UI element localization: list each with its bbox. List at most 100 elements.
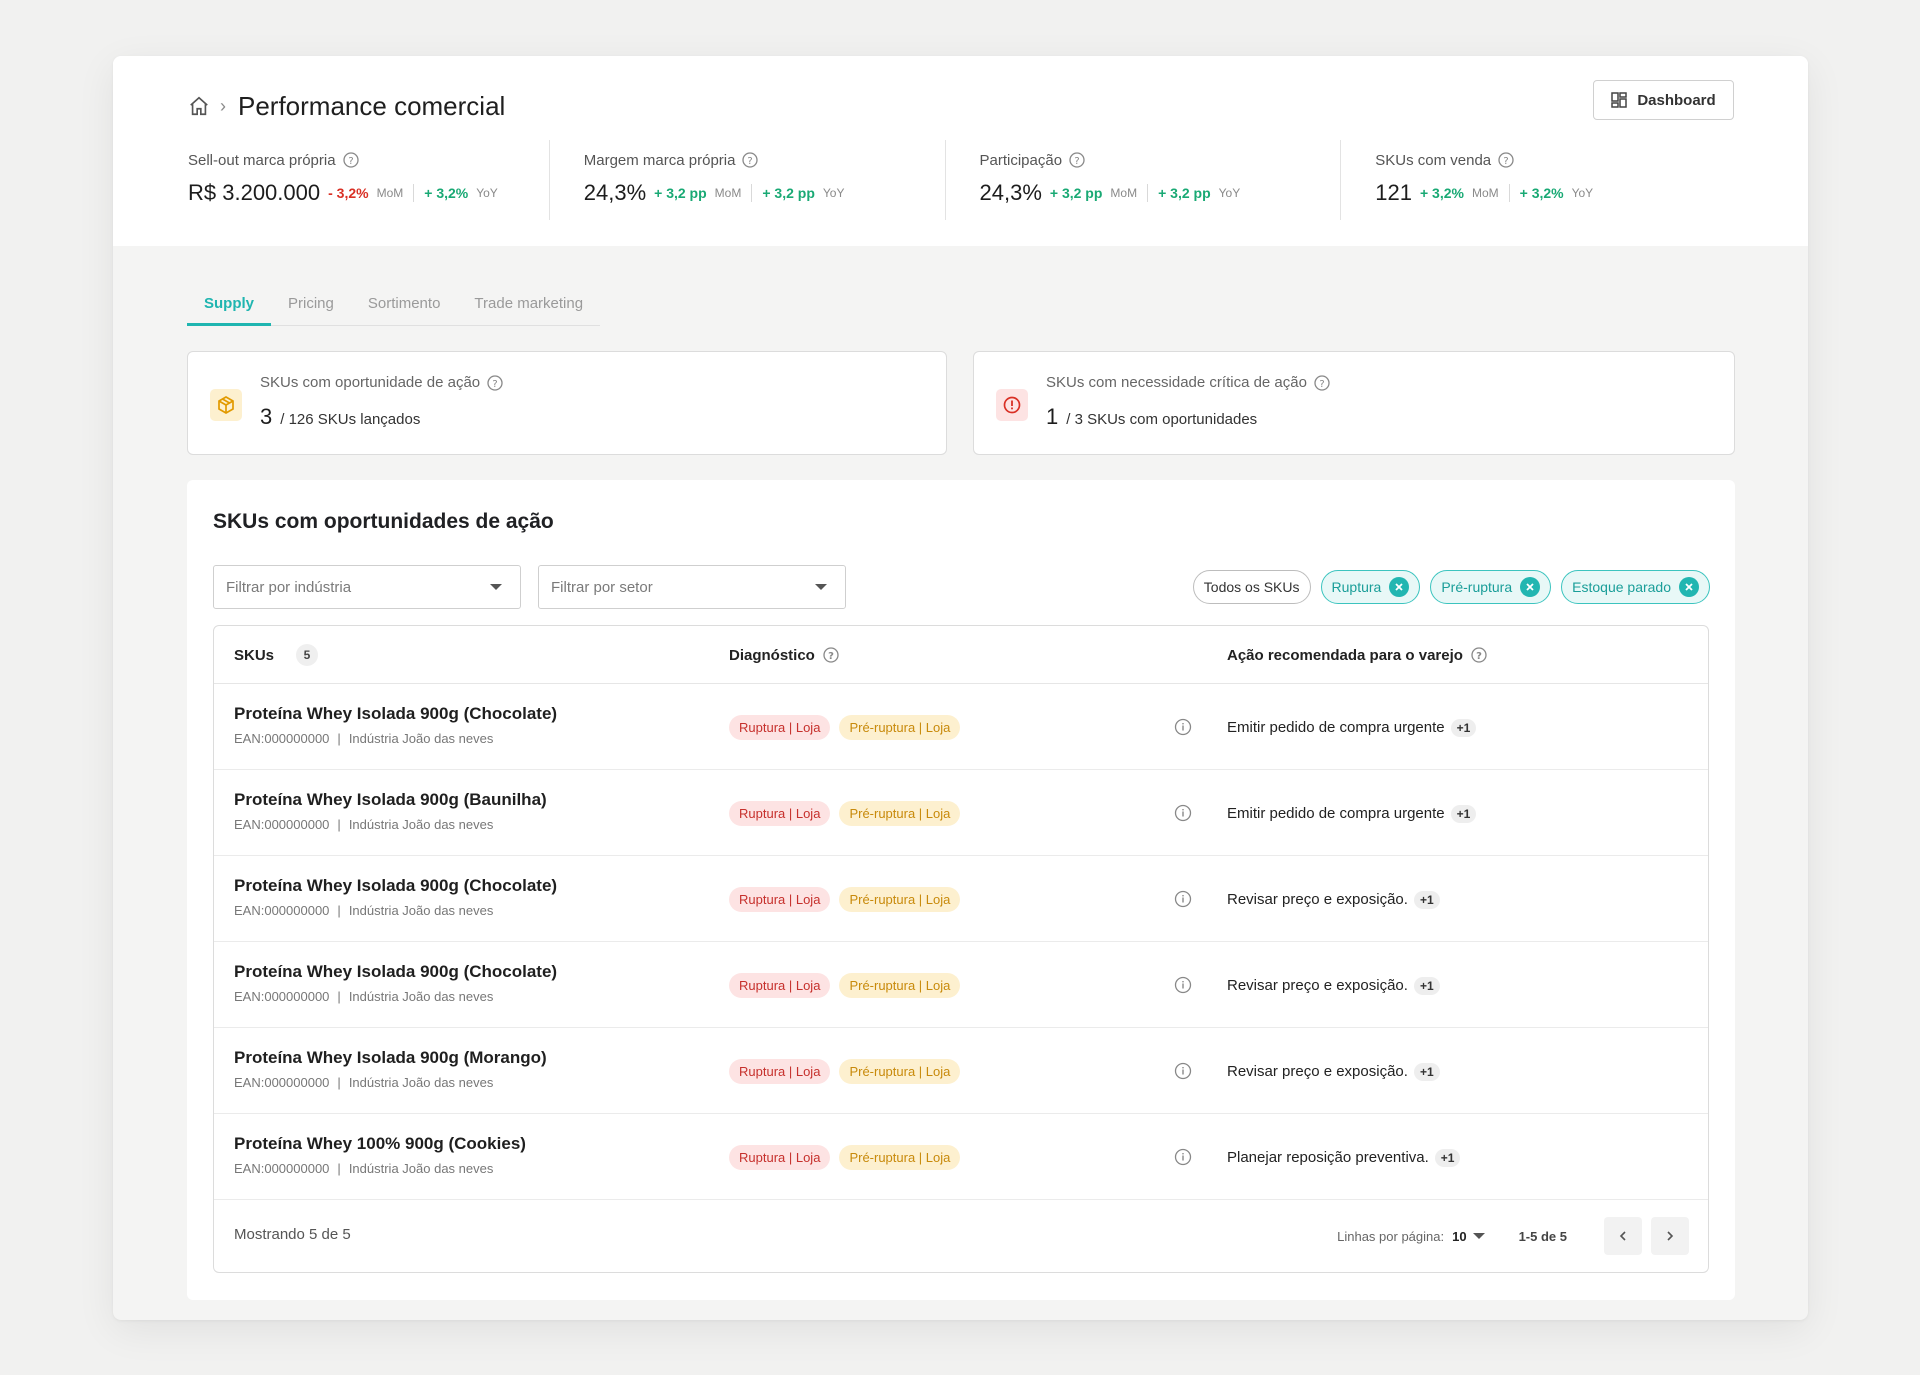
table-row[interactable]: Proteína Whey Isolada 900g (Morango) EAN:…	[214, 1028, 1708, 1114]
chip-label: Ruptura	[1331, 579, 1382, 595]
meta-separator: |	[337, 731, 341, 746]
kpi-mom-unit: MoM	[1110, 186, 1138, 200]
close-icon[interactable]	[1679, 577, 1699, 597]
breadcrumb-separator: ›	[220, 95, 226, 116]
help-icon[interactable]: ?	[742, 152, 759, 168]
chevron-down-icon[interactable]	[1472, 1233, 1485, 1239]
sku-industry: Indústria João das neves	[348, 989, 494, 1004]
home-icon[interactable]	[188, 95, 210, 117]
skus-count-badge: 5	[296, 644, 319, 666]
chip-ruptura[interactable]: Ruptura	[1320, 570, 1421, 604]
more-actions-badge[interactable]: +1	[1450, 804, 1477, 823]
help-icon[interactable]: ?	[1069, 152, 1085, 168]
svg-text:?: ?	[1319, 379, 1324, 390]
card-value: 1	[1046, 404, 1059, 429]
info-icon[interactable]	[1174, 718, 1192, 736]
help-icon[interactable]: ?	[487, 374, 503, 391]
chip-pre-ruptura[interactable]: Pré-ruptura	[1430, 570, 1552, 604]
recommended-action: Planejar reposição preventiva.	[1227, 1149, 1429, 1166]
kpi-yoy: + 3,2%	[1519, 185, 1564, 201]
kpi-mom-unit: MoM	[714, 186, 742, 200]
recommended-action: Emitir pedido de compra urgente	[1227, 719, 1445, 736]
kpi-label: Margem marca própria	[583, 151, 736, 169]
kpi-yoy-unit: YoY	[476, 186, 498, 200]
tab-pricing[interactable]: Pricing	[271, 288, 351, 326]
table-row[interactable]: Proteína Whey Isolada 900g (Chocolate) EA…	[214, 684, 1708, 770]
svg-text:?: ?	[828, 651, 834, 662]
chip-label: Pré-ruptura	[1441, 579, 1513, 595]
card-title: SKUs com oportunidade de ação	[260, 374, 481, 391]
box-icon	[210, 389, 242, 421]
help-icon[interactable]: ?	[1314, 374, 1330, 391]
sku-table: SKUs 5 Diagnóstico? Ação recomendada para…	[213, 625, 1709, 1273]
kpi-mom: + 3,2 pp	[1049, 185, 1103, 201]
tab-sortimento[interactable]: Sortimento	[351, 288, 458, 326]
sku-industry: Indústria João das neves	[348, 817, 494, 832]
tag-pre-ruptura: Pré-ruptura | Loja	[839, 887, 961, 912]
more-actions-badge[interactable]: +1	[1413, 976, 1440, 995]
page-range: 1-5 de 5	[1518, 1228, 1567, 1244]
chip-estoque-parado[interactable]: Estoque parado	[1561, 570, 1710, 604]
tab-supply[interactable]: Supply	[187, 288, 272, 326]
filter-industry-placeholder: Filtrar por indústria	[226, 578, 352, 596]
svg-text:?: ?	[1074, 156, 1079, 167]
prev-page-button[interactable]	[1604, 1217, 1642, 1255]
info-icon[interactable]	[1174, 1148, 1192, 1166]
kpi-yoy-unit: YoY	[1218, 186, 1241, 200]
close-icon[interactable]	[1520, 577, 1541, 597]
info-icon[interactable]	[1174, 804, 1192, 822]
chip-label: Estoque parado	[1572, 579, 1671, 595]
svg-text:?: ?	[1476, 651, 1482, 662]
app-window: › Performance comercial Dashboard Sell-o…	[113, 56, 1808, 1320]
more-actions-badge[interactable]: +1	[1413, 890, 1440, 909]
kpi-yoy-unit: YoY	[822, 186, 845, 200]
svg-text:?: ?	[348, 156, 353, 167]
card-opportunity: SKUs com oportunidade de ação? 3 / 126 SK…	[187, 351, 947, 455]
help-icon[interactable]: ?	[1498, 152, 1514, 168]
table-row[interactable]: Proteína Whey 100% 900g (Cookies) EAN:000…	[214, 1114, 1708, 1200]
alert-icon	[996, 389, 1028, 421]
kpi-mom: - 3,2%	[328, 185, 369, 201]
svg-text:?: ?	[1503, 156, 1508, 167]
help-icon[interactable]: ?	[342, 152, 359, 168]
filter-sector-select[interactable]: Filtrar por setor	[538, 565, 846, 609]
close-icon[interactable]	[1389, 577, 1410, 597]
more-actions-badge[interactable]: +1	[1413, 1062, 1440, 1081]
sku-industry: Indústria João das neves	[348, 903, 494, 918]
table-row[interactable]: Proteína Whey Isolada 900g (Chocolate) EA…	[214, 856, 1708, 942]
help-icon[interactable]: ?	[823, 647, 839, 663]
recommended-action: Emitir pedido de compra urgente	[1227, 805, 1445, 822]
table-row[interactable]: Proteína Whey Isolada 900g (Chocolate) EA…	[214, 942, 1708, 1028]
kpi-participacao: Participação? 24,3% + 3,2 pp MoM + 3,2 pp…	[944, 140, 1341, 220]
filter-sector-placeholder: Filtrar por setor	[551, 578, 653, 596]
sku-name: Proteína Whey 100% 900g (Cookies)	[234, 1134, 526, 1153]
sku-name: Proteína Whey Isolada 900g (Baunilha)	[234, 790, 547, 809]
info-icon[interactable]	[1174, 1062, 1192, 1080]
info-icon[interactable]	[1174, 890, 1192, 908]
card-value: 3	[260, 404, 273, 429]
tag-pre-ruptura: Pré-ruptura | Loja	[839, 715, 961, 740]
kpi-mom: + 3,2%	[1419, 185, 1464, 201]
chip-all-skus[interactable]: Todos os SKUs	[1192, 570, 1311, 604]
info-icon[interactable]	[1174, 976, 1192, 994]
tab-trade-marketing[interactable]: Trade marketing	[457, 288, 600, 326]
kpi-yoy: + 3,2 pp	[1158, 185, 1211, 201]
next-page-button[interactable]	[1651, 1217, 1689, 1255]
more-actions-badge[interactable]: +1	[1434, 1148, 1461, 1167]
sku-ean: EAN:000000000	[234, 1075, 330, 1090]
divider	[413, 184, 415, 202]
tag-ruptura: Ruptura | Loja	[729, 715, 831, 740]
help-icon[interactable]: ?	[1471, 647, 1487, 663]
dashboard-grid-icon	[1611, 92, 1628, 108]
kpi-label: Sell-out marca própria	[188, 151, 336, 169]
meta-separator: |	[337, 1161, 341, 1176]
chevron-right-icon	[1667, 1231, 1674, 1241]
more-actions-badge[interactable]: +1	[1450, 718, 1477, 737]
kpi-sellout: Sell-out marca própria? R$ 3.200.000 - 3…	[188, 140, 549, 220]
dashboard-button[interactable]: Dashboard	[1593, 80, 1734, 120]
kpi-label: SKUs com venda	[1375, 151, 1492, 169]
rows-per-page-select[interactable]: 10	[1452, 1229, 1466, 1244]
recommended-action: Revisar preço e exposição.	[1227, 977, 1408, 994]
filter-industry-select[interactable]: Filtrar por indústria	[213, 565, 521, 609]
table-row[interactable]: Proteína Whey Isolada 900g (Baunilha) EAN…	[214, 770, 1708, 856]
